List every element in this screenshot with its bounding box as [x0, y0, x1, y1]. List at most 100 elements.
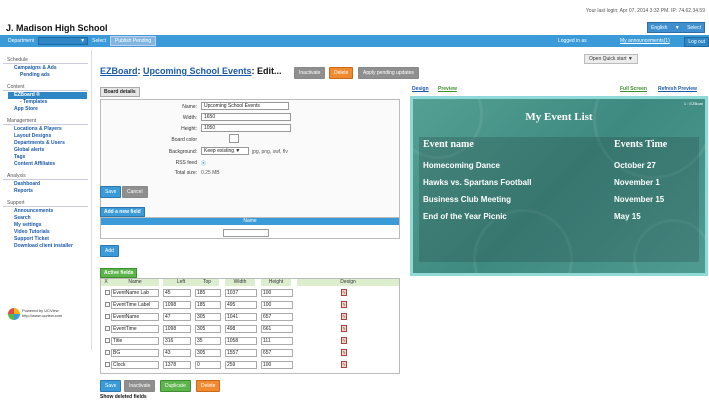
background-select[interactable]: Keep existing ▼	[201, 147, 249, 155]
sidebar-item-reports[interactable]: Reports	[0, 188, 91, 195]
title-ezboard-link[interactable]: EZBoard	[100, 66, 138, 76]
field-height-input[interactable]: 100	[261, 301, 293, 309]
sidebar-item-global-alerts[interactable]: Global alerts	[0, 147, 91, 154]
field-name-input[interactable]: EventTime	[111, 325, 159, 333]
field-width-input[interactable]: 495	[225, 301, 257, 309]
field-left-input[interactable]: 47	[163, 313, 191, 321]
field-height-input[interactable]: 657	[261, 349, 293, 357]
name-input[interactable]: Upcoming School Events	[201, 102, 289, 110]
add-field-button[interactable]: Add	[100, 245, 119, 257]
field-name-input[interactable]: BG	[111, 349, 159, 357]
logout-button[interactable]: Log out	[684, 37, 709, 47]
field-top-input[interactable]: 185	[195, 289, 221, 297]
row-delete-checkbox[interactable]	[105, 302, 110, 307]
sidebar-item-tags[interactable]: Tags	[0, 154, 91, 161]
field-width-input[interactable]: 1058	[225, 337, 257, 345]
sidebar-item-video-tutorials[interactable]: Video Tutorials	[0, 229, 91, 236]
field-width-input[interactable]: 1041	[225, 313, 257, 321]
design-edit-icon[interactable]: ✎	[341, 361, 347, 368]
sidebar-item-pending-ads[interactable]: Pending ads	[0, 72, 91, 79]
field-top-input[interactable]: 35	[195, 337, 221, 345]
width-input[interactable]: 1650	[201, 113, 291, 121]
announcements-link[interactable]: My announcements(1)	[620, 38, 670, 44]
field-width-input[interactable]: 1037	[225, 289, 257, 297]
tab-preview[interactable]: Preview	[438, 86, 457, 92]
department-select[interactable]: ▼	[38, 37, 89, 45]
field-name-input[interactable]: EventName	[111, 313, 159, 321]
sidebar-item-departments[interactable]: Departments & Users	[0, 140, 91, 147]
inactivate-button[interactable]: Inactivate	[294, 67, 326, 79]
row-delete-checkbox[interactable]	[105, 314, 110, 319]
sidebar-item-support-ticket[interactable]: Support Ticket	[0, 236, 91, 243]
field-left-input[interactable]: 1098	[163, 301, 191, 309]
tab-design[interactable]: Design	[412, 86, 429, 92]
save-button[interactable]: Save	[100, 186, 122, 198]
field-width-input[interactable]: 498	[225, 325, 257, 333]
new-field-name-input[interactable]	[223, 229, 269, 237]
field-height-input[interactable]: 100	[261, 361, 293, 369]
sidebar-item-ezboard[interactable]: EZBoard ®	[8, 92, 87, 99]
field-height-input[interactable]: 657	[261, 313, 293, 321]
sidebar-item-app-store[interactable]: App Store	[0, 106, 91, 113]
delete-fields-button[interactable]: Delete	[196, 380, 221, 392]
field-left-input[interactable]: 1378	[163, 361, 191, 369]
powered-by-logo[interactable]: Powered by UCView http://www.ucview.com	[8, 307, 88, 321]
sidebar-item-templates[interactable]: - Templates	[0, 99, 91, 106]
sidebar-item-campaigns[interactable]: Campaigns & Ads	[0, 65, 91, 72]
field-top-input[interactable]: 305	[195, 325, 221, 333]
inactivate-fields-button[interactable]: Inactivate	[124, 380, 156, 392]
field-top-input[interactable]: 185	[195, 301, 221, 309]
quick-start-button[interactable]: Open Quick start ▼	[584, 54, 638, 64]
row-delete-checkbox[interactable]	[105, 362, 110, 367]
show-deleted-fields-link[interactable]: Show deleted fields	[100, 394, 147, 400]
field-name-input[interactable]: EventName Lab	[111, 289, 159, 297]
field-left-input[interactable]: 43	[163, 349, 191, 357]
sidebar-item-content-affiliates[interactable]: Content Affiliates	[0, 161, 91, 168]
design-edit-icon[interactable]: ✎	[341, 289, 347, 296]
row-delete-checkbox[interactable]	[105, 326, 110, 331]
row-delete-checkbox[interactable]	[105, 338, 110, 343]
field-name-input[interactable]: Title	[111, 337, 159, 345]
field-left-input[interactable]: 45	[163, 289, 191, 297]
row-delete-checkbox[interactable]	[105, 350, 110, 355]
field-name-input[interactable]: EventTime Label	[111, 301, 159, 309]
field-left-input[interactable]: 1098	[163, 325, 191, 333]
delete-button[interactable]: Delete	[329, 67, 354, 79]
field-top-input[interactable]: 0	[195, 361, 221, 369]
sidebar-item-announcements[interactable]: Announcements	[0, 208, 91, 215]
field-left-input[interactable]: 316	[163, 337, 191, 345]
sidebar-item-locations[interactable]: Locations & Players	[0, 126, 91, 133]
refresh-preview-link[interactable]: Refresh Preview	[658, 86, 697, 92]
rss-icon[interactable]: ⦿	[201, 160, 206, 167]
cancel-button[interactable]: Cancel	[122, 186, 148, 198]
sidebar-item-search[interactable]: Search	[0, 215, 91, 222]
field-height-input[interactable]: 661	[261, 325, 293, 333]
height-input[interactable]: 1050	[201, 124, 291, 132]
department-select-button[interactable]: Select	[92, 38, 106, 44]
field-name-input[interactable]: Clock	[111, 361, 159, 369]
design-edit-icon[interactable]: ✎	[341, 325, 347, 332]
field-width-input[interactable]: 259	[225, 361, 257, 369]
field-height-input[interactable]: 111	[261, 337, 293, 345]
field-top-input[interactable]: 305	[195, 313, 221, 321]
full-screen-link[interactable]: Full Screen	[620, 86, 647, 92]
sidebar-item-download-installer[interactable]: Download client installer	[0, 243, 91, 250]
publish-pending-button[interactable]: Publish Pending	[110, 36, 157, 46]
save-fields-button[interactable]: Save	[100, 380, 122, 392]
language-selector[interactable]: English ▼ Select	[647, 22, 705, 33]
row-delete-checkbox[interactable]	[105, 290, 110, 295]
field-height-input[interactable]: 100	[261, 289, 293, 297]
design-edit-icon[interactable]: ✎	[341, 313, 347, 320]
design-edit-icon[interactable]: ✎	[341, 301, 347, 308]
field-width-input[interactable]: 1557	[225, 349, 257, 357]
board-color-swatch[interactable]	[229, 134, 239, 143]
design-edit-icon[interactable]: ✎	[341, 349, 347, 356]
field-top-input[interactable]: 305	[195, 349, 221, 357]
sidebar-item-layout-designs[interactable]: Layout Designs	[0, 133, 91, 140]
sidebar-item-my-settings[interactable]: My settings	[0, 222, 91, 229]
language-select-button[interactable]: Select	[687, 25, 701, 31]
duplicate-fields-button[interactable]: Duplicate	[160, 380, 191, 392]
title-board-link[interactable]: Upcoming School Events	[143, 66, 252, 76]
design-edit-icon[interactable]: ✎	[341, 337, 347, 344]
sidebar-item-dashboard[interactable]: Dashboard	[0, 181, 91, 188]
